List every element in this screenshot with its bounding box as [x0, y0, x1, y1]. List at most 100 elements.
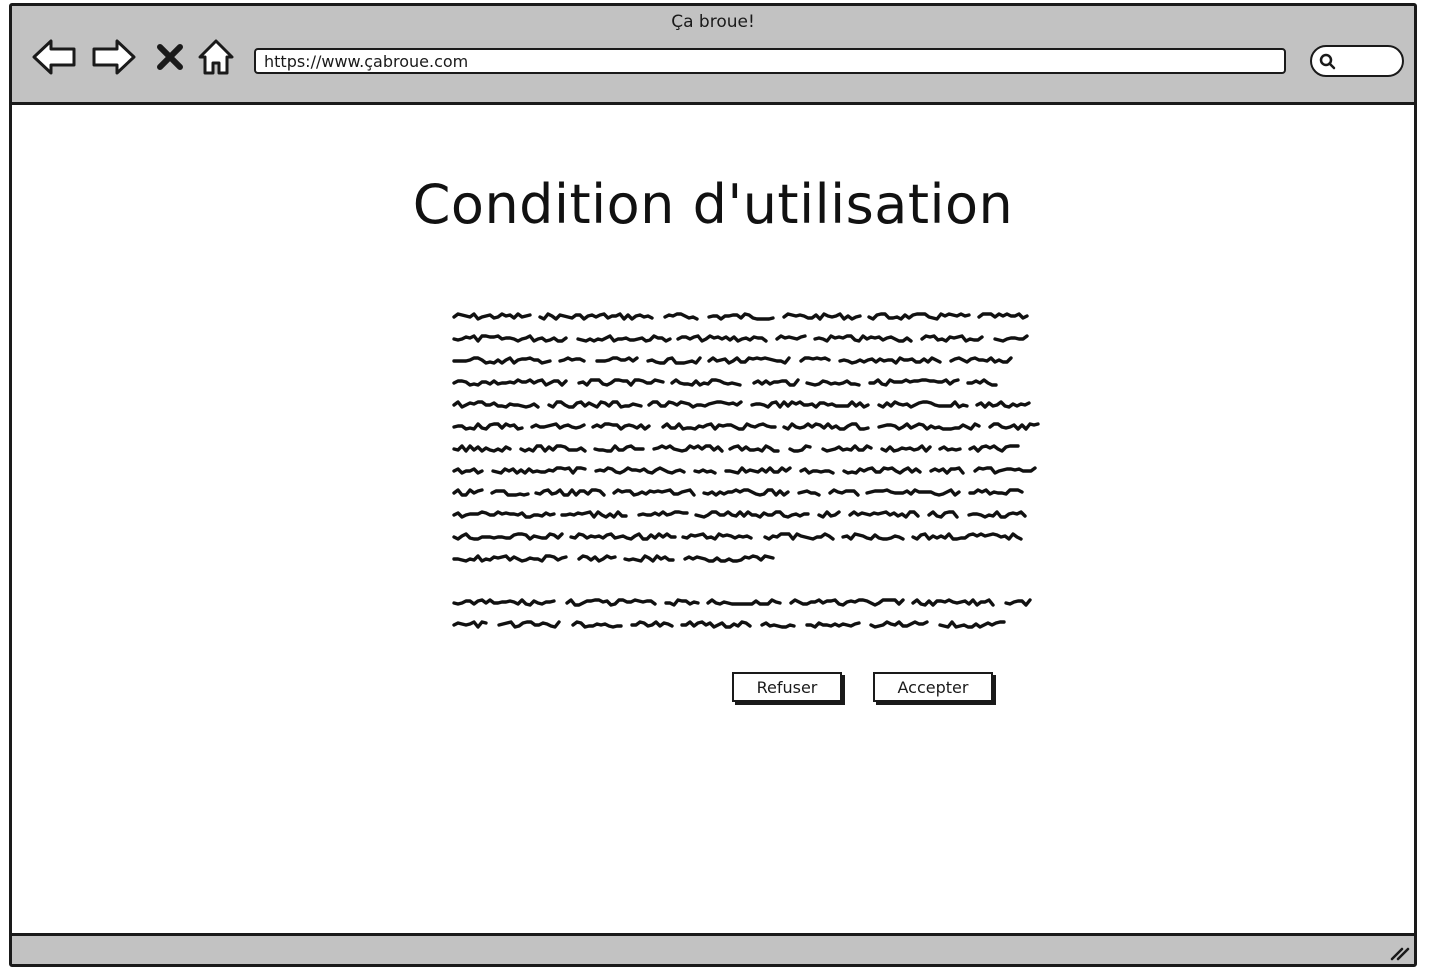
placeholder-word: [670, 378, 742, 387]
placeholder-word: [630, 620, 674, 628]
placeholder-word: [452, 356, 552, 365]
placeholder-word: [968, 444, 1020, 453]
placeholder-word: [661, 422, 777, 431]
placeholder-word: [491, 466, 587, 475]
placeholder-word: [838, 356, 942, 365]
placeholder-word: [993, 334, 1029, 343]
placeholder-word: [848, 510, 920, 519]
placeholder-word: [452, 422, 524, 431]
placeholder-word: [805, 621, 861, 629]
placeholder-word: [452, 620, 488, 629]
placeholder-word: [612, 488, 696, 497]
placeholder-word: [538, 312, 654, 321]
placeholder-word: [647, 400, 743, 409]
placeholder-word: [750, 400, 870, 409]
placeholder-word: [988, 422, 1040, 431]
placeholder-word: [452, 378, 568, 387]
placeholder-word: [576, 334, 672, 343]
placeholder-word: [788, 444, 812, 453]
placeholder-word: [789, 598, 905, 607]
placeholder-text-line: [452, 532, 1023, 541]
placeholder-word: [828, 488, 860, 497]
placeholder-word: [452, 554, 568, 563]
placeholder-word: [577, 554, 617, 563]
placeholder-word: [968, 488, 1024, 496]
placeholder-word: [724, 466, 792, 475]
placeholder-word: [591, 422, 651, 431]
placeholder-word: [799, 467, 835, 475]
placeholder-word: [797, 489, 821, 497]
placeholder-word: [706, 598, 782, 606]
refuse-button[interactable]: Refuser: [732, 672, 842, 702]
placeholder-word: [534, 488, 606, 497]
placeholder-word: [938, 620, 1006, 629]
home-button[interactable]: [192, 35, 240, 79]
placeholder-word: [799, 356, 831, 363]
placeholder-word: [497, 620, 561, 629]
arrow-left-icon: [32, 39, 76, 75]
placeholder-word: [813, 334, 913, 343]
placeholder-word: [707, 312, 775, 321]
stop-button[interactable]: [146, 35, 194, 79]
placeholder-word: [775, 334, 807, 341]
placeholder-word: [663, 312, 699, 321]
placeholder-word: [752, 378, 800, 387]
search-icon: [1319, 53, 1336, 70]
placeholder-word: [530, 422, 586, 430]
placeholder-word: [646, 356, 702, 365]
placeholder-word: [452, 444, 512, 453]
placeholder-word: [911, 532, 1023, 541]
placeholder-text-line: [452, 444, 1020, 453]
placeholder-text-line: [452, 422, 1040, 431]
placeholder-word: [577, 378, 665, 387]
placeholder-word: [821, 444, 873, 453]
placeholder-word: [929, 466, 965, 475]
placeholder-word: [869, 620, 929, 629]
placeholder-word: [490, 489, 530, 497]
placeholder-word: [565, 598, 657, 607]
placeholder-word: [571, 620, 623, 629]
browser-toolbar: Ça broue!: [12, 6, 1414, 105]
resize-grip-icon[interactable]: [1388, 942, 1410, 962]
placeholder-word: [763, 532, 835, 541]
placeholder-word: [760, 621, 796, 629]
placeholder-word: [973, 466, 1037, 475]
forward-button[interactable]: [90, 35, 138, 79]
page-content: Condition d'utilisation Refuser Accepter: [12, 105, 1414, 936]
placeholder-word: [681, 532, 753, 541]
placeholder-word: [595, 356, 639, 363]
close-icon: [157, 44, 183, 70]
placeholder-word: [664, 598, 700, 607]
back-button[interactable]: [30, 35, 78, 79]
placeholder-word: [547, 400, 643, 409]
placeholder-word: [702, 488, 790, 497]
url-input[interactable]: [254, 48, 1286, 74]
placeholder-word: [558, 356, 586, 363]
search-field[interactable]: [1310, 45, 1404, 77]
placeholder-word: [868, 378, 960, 387]
page-title: Condition d'utilisation: [412, 173, 1014, 236]
window-title: Ça broue!: [671, 12, 755, 32]
placeholder-text-line: [452, 378, 998, 387]
placeholder-word: [817, 510, 841, 519]
placeholder-word: [623, 554, 675, 563]
arrow-right-icon: [92, 39, 136, 75]
placeholder-word: [569, 532, 677, 541]
placeholder-word: [975, 400, 1031, 409]
placeholder-word: [728, 444, 780, 453]
placeholder-word: [452, 467, 484, 475]
placeholder-word: [680, 620, 752, 629]
accept-button[interactable]: Accepter: [873, 672, 993, 702]
placeholder-text-line: [452, 620, 1006, 629]
placeholder-word: [594, 466, 686, 475]
placeholder-word: [967, 510, 1027, 519]
placeholder-word: [911, 598, 995, 607]
placeholder-word: [949, 356, 1013, 364]
placeholder-text-line: [452, 510, 1027, 519]
placeholder-word: [782, 422, 870, 431]
placeholder-text-line: [452, 312, 1029, 321]
placeholder-text-line: [452, 356, 1013, 365]
placeholder-word: [927, 510, 959, 519]
placeholder-word: [865, 488, 961, 497]
placeholder-word: [867, 312, 971, 321]
